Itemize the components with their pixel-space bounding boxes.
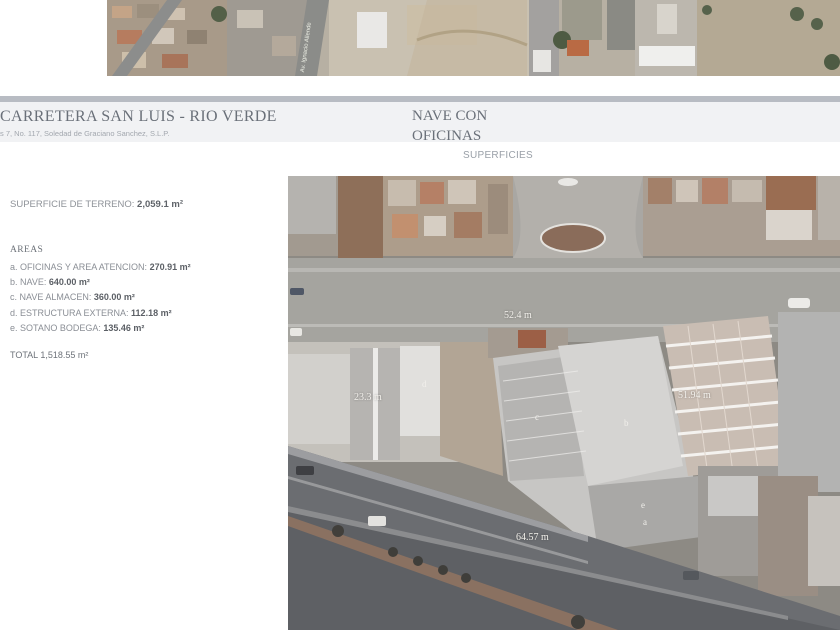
street-label-wrap: Av. Ignacio Allende <box>298 6 313 74</box>
area-marker-c: c <box>535 412 539 422</box>
aerial-site-photo: 52.4 m 23.3 m 51.94 m 64.57 m a b c d e <box>288 176 840 630</box>
top-aerial-photo <box>107 0 840 76</box>
area-label: c. NAVE ALMACEN: <box>10 292 92 303</box>
property-title: CARRETERA SAN LUIS - RIO VERDE <box>0 108 277 125</box>
terrain-label: SUPERFICIE DE TERRENO: <box>10 199 135 210</box>
area-value: 360.00 m² <box>93 292 135 303</box>
area-item: d. ESTRUCTURA EXTERNA: 112.18 m² <box>10 306 191 321</box>
area-value: 112.18 m² <box>131 307 172 318</box>
area-marker-b: b <box>624 418 629 428</box>
area-label: d. ESTRUCTURA EXTERNA: <box>10 307 129 318</box>
terrain-value: 2,059.1 m² <box>137 199 183 210</box>
dimension-label: 51.94 m <box>678 390 711 401</box>
area-marker-d: d <box>422 379 427 389</box>
area-label: e. SOTANO BODEGA: <box>10 322 101 333</box>
dimension-label: 64.57 m <box>516 532 549 543</box>
area-marker-e: e <box>641 500 645 510</box>
property-address: s 7, No. 117, Soledad de Graciano Sanche… <box>0 129 170 138</box>
areas-list: a. OFICINAS Y AREA ATENCION: 270.91 m² b… <box>10 260 191 336</box>
area-item: a. OFICINAS Y AREA ATENCION: 270.91 m² <box>10 260 191 275</box>
property-type: NAVE CON OFICINAS <box>412 108 488 144</box>
section-label: SUPERFICIES <box>463 150 533 161</box>
area-item: e. SOTANO BODEGA: 135.46 m² <box>10 321 191 336</box>
area-marker-a: a <box>643 517 647 527</box>
areas-title: AREAS <box>10 245 44 255</box>
area-label: a. OFICINAS Y AREA ATENCION: <box>10 262 148 272</box>
area-label: b. NAVE: <box>10 277 47 288</box>
total-area: TOTAL 1,518.55 m² <box>10 350 89 360</box>
dimension-label: 52.4 m <box>504 310 532 321</box>
area-item: c. NAVE ALMACEN: 360.00 m² <box>10 290 191 305</box>
area-value: 640.00 m² <box>48 277 90 288</box>
dimension-label: 23.3 m <box>354 392 382 403</box>
area-value: 270.91 m² <box>149 262 191 272</box>
area-value: 135.46 m² <box>103 322 145 333</box>
terrain-area: SUPERFICIE DE TERRENO: 2,059.1 m² <box>10 199 183 210</box>
area-item: b. NAVE: 640.00 m² <box>10 275 191 290</box>
